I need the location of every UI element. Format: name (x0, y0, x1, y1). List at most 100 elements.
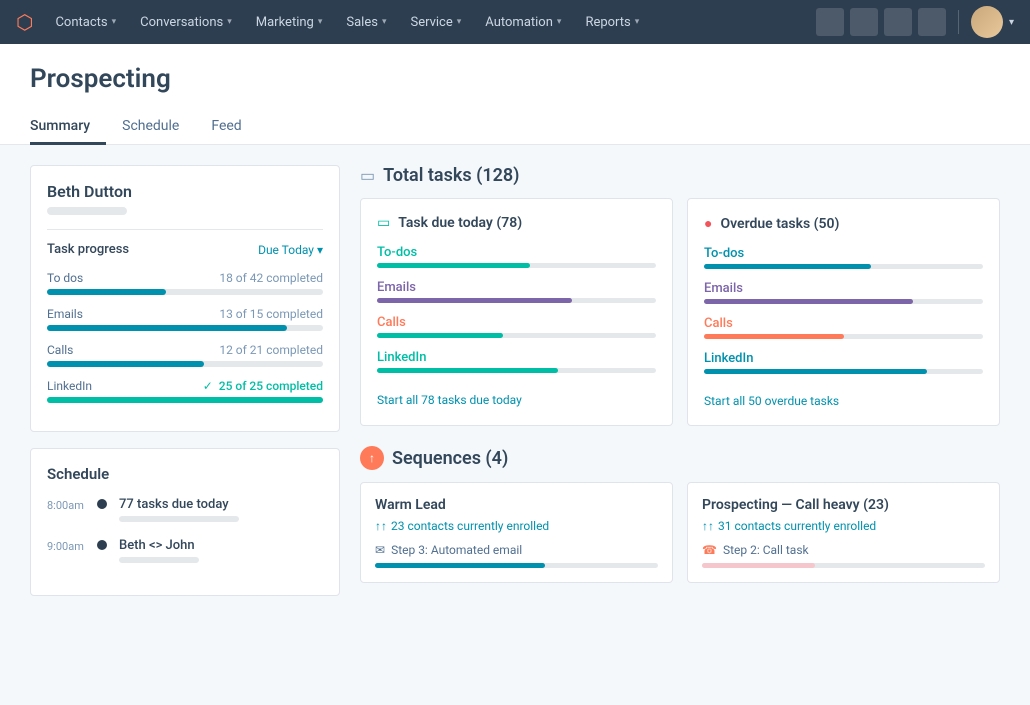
nav-item-service[interactable]: Service ▾ (400, 9, 471, 36)
schedule-event-1: 77 tasks due today (119, 497, 323, 522)
seq-warm-lead-bar-fill (375, 563, 545, 568)
page-title: Prospecting (30, 64, 1000, 94)
seq-warm-lead-enrolled[interactable]: ↑↑ 23 contacts currently enrolled (375, 519, 658, 533)
progress-bar-fill-todos (47, 289, 166, 295)
nav-icon-buttons (816, 8, 946, 36)
nav-divider (958, 10, 959, 34)
due-today-button[interactable]: Due Today ▾ (258, 243, 323, 257)
task-card-overdue-header: ● Overdue tasks (50) (704, 215, 983, 232)
schedule-event-title-1: 77 tasks due today (119, 497, 323, 512)
task-type-label-calls-overdue: Calls (704, 316, 983, 331)
page-container: Prospecting Summary Schedule Feed Beth D… (0, 44, 1030, 705)
sequences-icon: ↑ (360, 446, 384, 470)
task-type-label-calls-due: Calls (377, 315, 656, 330)
task-label-todos: To dos (47, 271, 83, 285)
sequences-header: ↑ Sequences (4) (360, 446, 1000, 470)
schedule-bar-1 (119, 516, 239, 522)
task-type-bar-bg-emails-overdue (704, 299, 983, 304)
task-row-calls: Calls 12 of 21 completed (47, 343, 323, 367)
task-type-emails-overdue: Emails (704, 281, 983, 304)
task-type-bar-bg-calls-overdue (704, 334, 983, 339)
task-type-bar-fill-emails-overdue (704, 299, 913, 304)
task-count-emails: 13 of 15 completed (219, 307, 323, 321)
schedule-event-2: Beth <> John (119, 538, 323, 563)
tab-feed[interactable]: Feed (195, 110, 257, 145)
seq-card-call-heavy-title: Prospecting — Call heavy (23) (702, 497, 985, 513)
task-type-label-linkedin-overdue: LinkedIn (704, 351, 983, 366)
task-type-bar-fill-calls-due (377, 333, 503, 338)
overdue-card-title: Overdue tasks (50) (720, 216, 839, 232)
schedule-item-1: 8:00am 77 tasks due today (47, 497, 323, 522)
nav-icon-btn-3[interactable] (884, 8, 912, 36)
start-tasks-overdue-link[interactable]: Start all 50 overdue tasks (704, 394, 839, 408)
chevron-down-icon: ▾ (557, 17, 562, 27)
sequence-cards-row: Warm Lead ↑↑ 23 contacts currently enrol… (360, 482, 1000, 583)
task-type-bar-fill-linkedin-due (377, 368, 558, 373)
task-row-emails: Emails 13 of 15 completed (47, 307, 323, 331)
enrolled-icon: ↑↑ (375, 519, 387, 533)
user-card: Beth Dutton Task progress Due Today ▾ To… (30, 165, 340, 432)
schedule-time-2: 9:00am (47, 538, 85, 553)
task-label-emails: Emails (47, 307, 83, 321)
seq-warm-lead-step: ✉ Step 3: Automated email (375, 543, 658, 557)
progress-bar-bg-emails (47, 325, 323, 331)
avatar[interactable] (971, 6, 1003, 38)
task-type-label-linkedin-due: LinkedIn (377, 350, 656, 365)
schedule-bar-2 (119, 557, 199, 563)
task-type-bar-fill-todos-due (377, 263, 530, 268)
task-type-calls-due: Calls (377, 315, 656, 338)
due-today-card-icon: ▭ (377, 215, 390, 231)
left-panel: Beth Dutton Task progress Due Today ▾ To… (30, 165, 340, 685)
nav-item-contacts[interactable]: Contacts ▾ (45, 9, 126, 36)
tab-schedule[interactable]: Schedule (106, 110, 195, 145)
task-type-bar-bg-linkedin-overdue (704, 369, 983, 374)
nav-item-automation[interactable]: Automation ▾ (475, 9, 571, 36)
schedule-time-1: 8:00am (47, 497, 85, 512)
seq-warm-lead-bar-bg (375, 563, 658, 568)
task-type-bar-fill-emails-due (377, 298, 572, 303)
task-card-due-today-header: ▭ Task due today (78) (377, 215, 656, 231)
nav-item-conversations[interactable]: Conversations ▾ (130, 9, 242, 36)
total-tasks-title: Total tasks (128) (383, 165, 519, 186)
task-type-bar-bg-todos-due (377, 263, 656, 268)
schedule-dot-1 (97, 499, 107, 509)
task-type-todos-due: To-dos (377, 245, 656, 268)
nav-label-sales: Sales (346, 15, 378, 30)
task-type-label-emails-overdue: Emails (704, 281, 983, 296)
avatar-dropdown-icon[interactable]: ▾ (1009, 17, 1014, 28)
task-type-bar-bg-todos-overdue (704, 264, 983, 269)
chevron-down-icon: ▾ (112, 17, 117, 27)
nav-icon-btn-4[interactable] (918, 8, 946, 36)
nav-icon-btn-1[interactable] (816, 8, 844, 36)
nav-label-reports: Reports (585, 15, 630, 30)
nav-label-contacts: Contacts (55, 15, 107, 30)
nav-label-conversations: Conversations (140, 15, 223, 30)
tab-summary[interactable]: Summary (30, 110, 106, 145)
nav-icon-btn-2[interactable] (850, 8, 878, 36)
task-type-label-todos-overdue: To-dos (704, 246, 983, 261)
progress-bar-bg-calls (47, 361, 323, 367)
task-type-bar-fill-linkedin-overdue (704, 369, 927, 374)
start-tasks-due-link[interactable]: Start all 78 tasks due today (377, 393, 522, 407)
task-count-calls: 12 of 21 completed (219, 343, 323, 357)
user-name: Beth Dutton (47, 182, 323, 201)
nav-item-sales[interactable]: Sales ▾ (336, 9, 396, 36)
task-type-bar-bg-linkedin-due (377, 368, 656, 373)
chevron-down-icon: ▾ (317, 243, 323, 257)
nav-item-marketing[interactable]: Marketing ▾ (246, 9, 333, 36)
nav-label-service: Service (410, 15, 452, 30)
task-label-linkedin: LinkedIn (47, 379, 92, 393)
task-type-bar-bg-emails-due (377, 298, 656, 303)
email-step-icon: ✉ (375, 543, 385, 557)
nav-item-reports[interactable]: Reports ▾ (575, 9, 649, 36)
chevron-down-icon: ▾ (318, 17, 323, 27)
sequences-title: Sequences (4) (392, 448, 508, 469)
task-progress-header: Task progress Due Today ▾ (47, 242, 323, 257)
schedule-item-2: 9:00am Beth <> John (47, 538, 323, 563)
seq-call-heavy-enrolled[interactable]: ↑↑ 31 contacts currently enrolled (702, 519, 985, 533)
seq-call-heavy-bar-bg (702, 563, 985, 568)
chevron-down-icon: ▾ (457, 17, 462, 27)
hubspot-logo[interactable]: ⬡ (16, 10, 33, 34)
right-panel: ▭ Total tasks (128) ▭ Task due today (78… (360, 165, 1000, 685)
task-type-todos-overdue: To-dos (704, 246, 983, 269)
